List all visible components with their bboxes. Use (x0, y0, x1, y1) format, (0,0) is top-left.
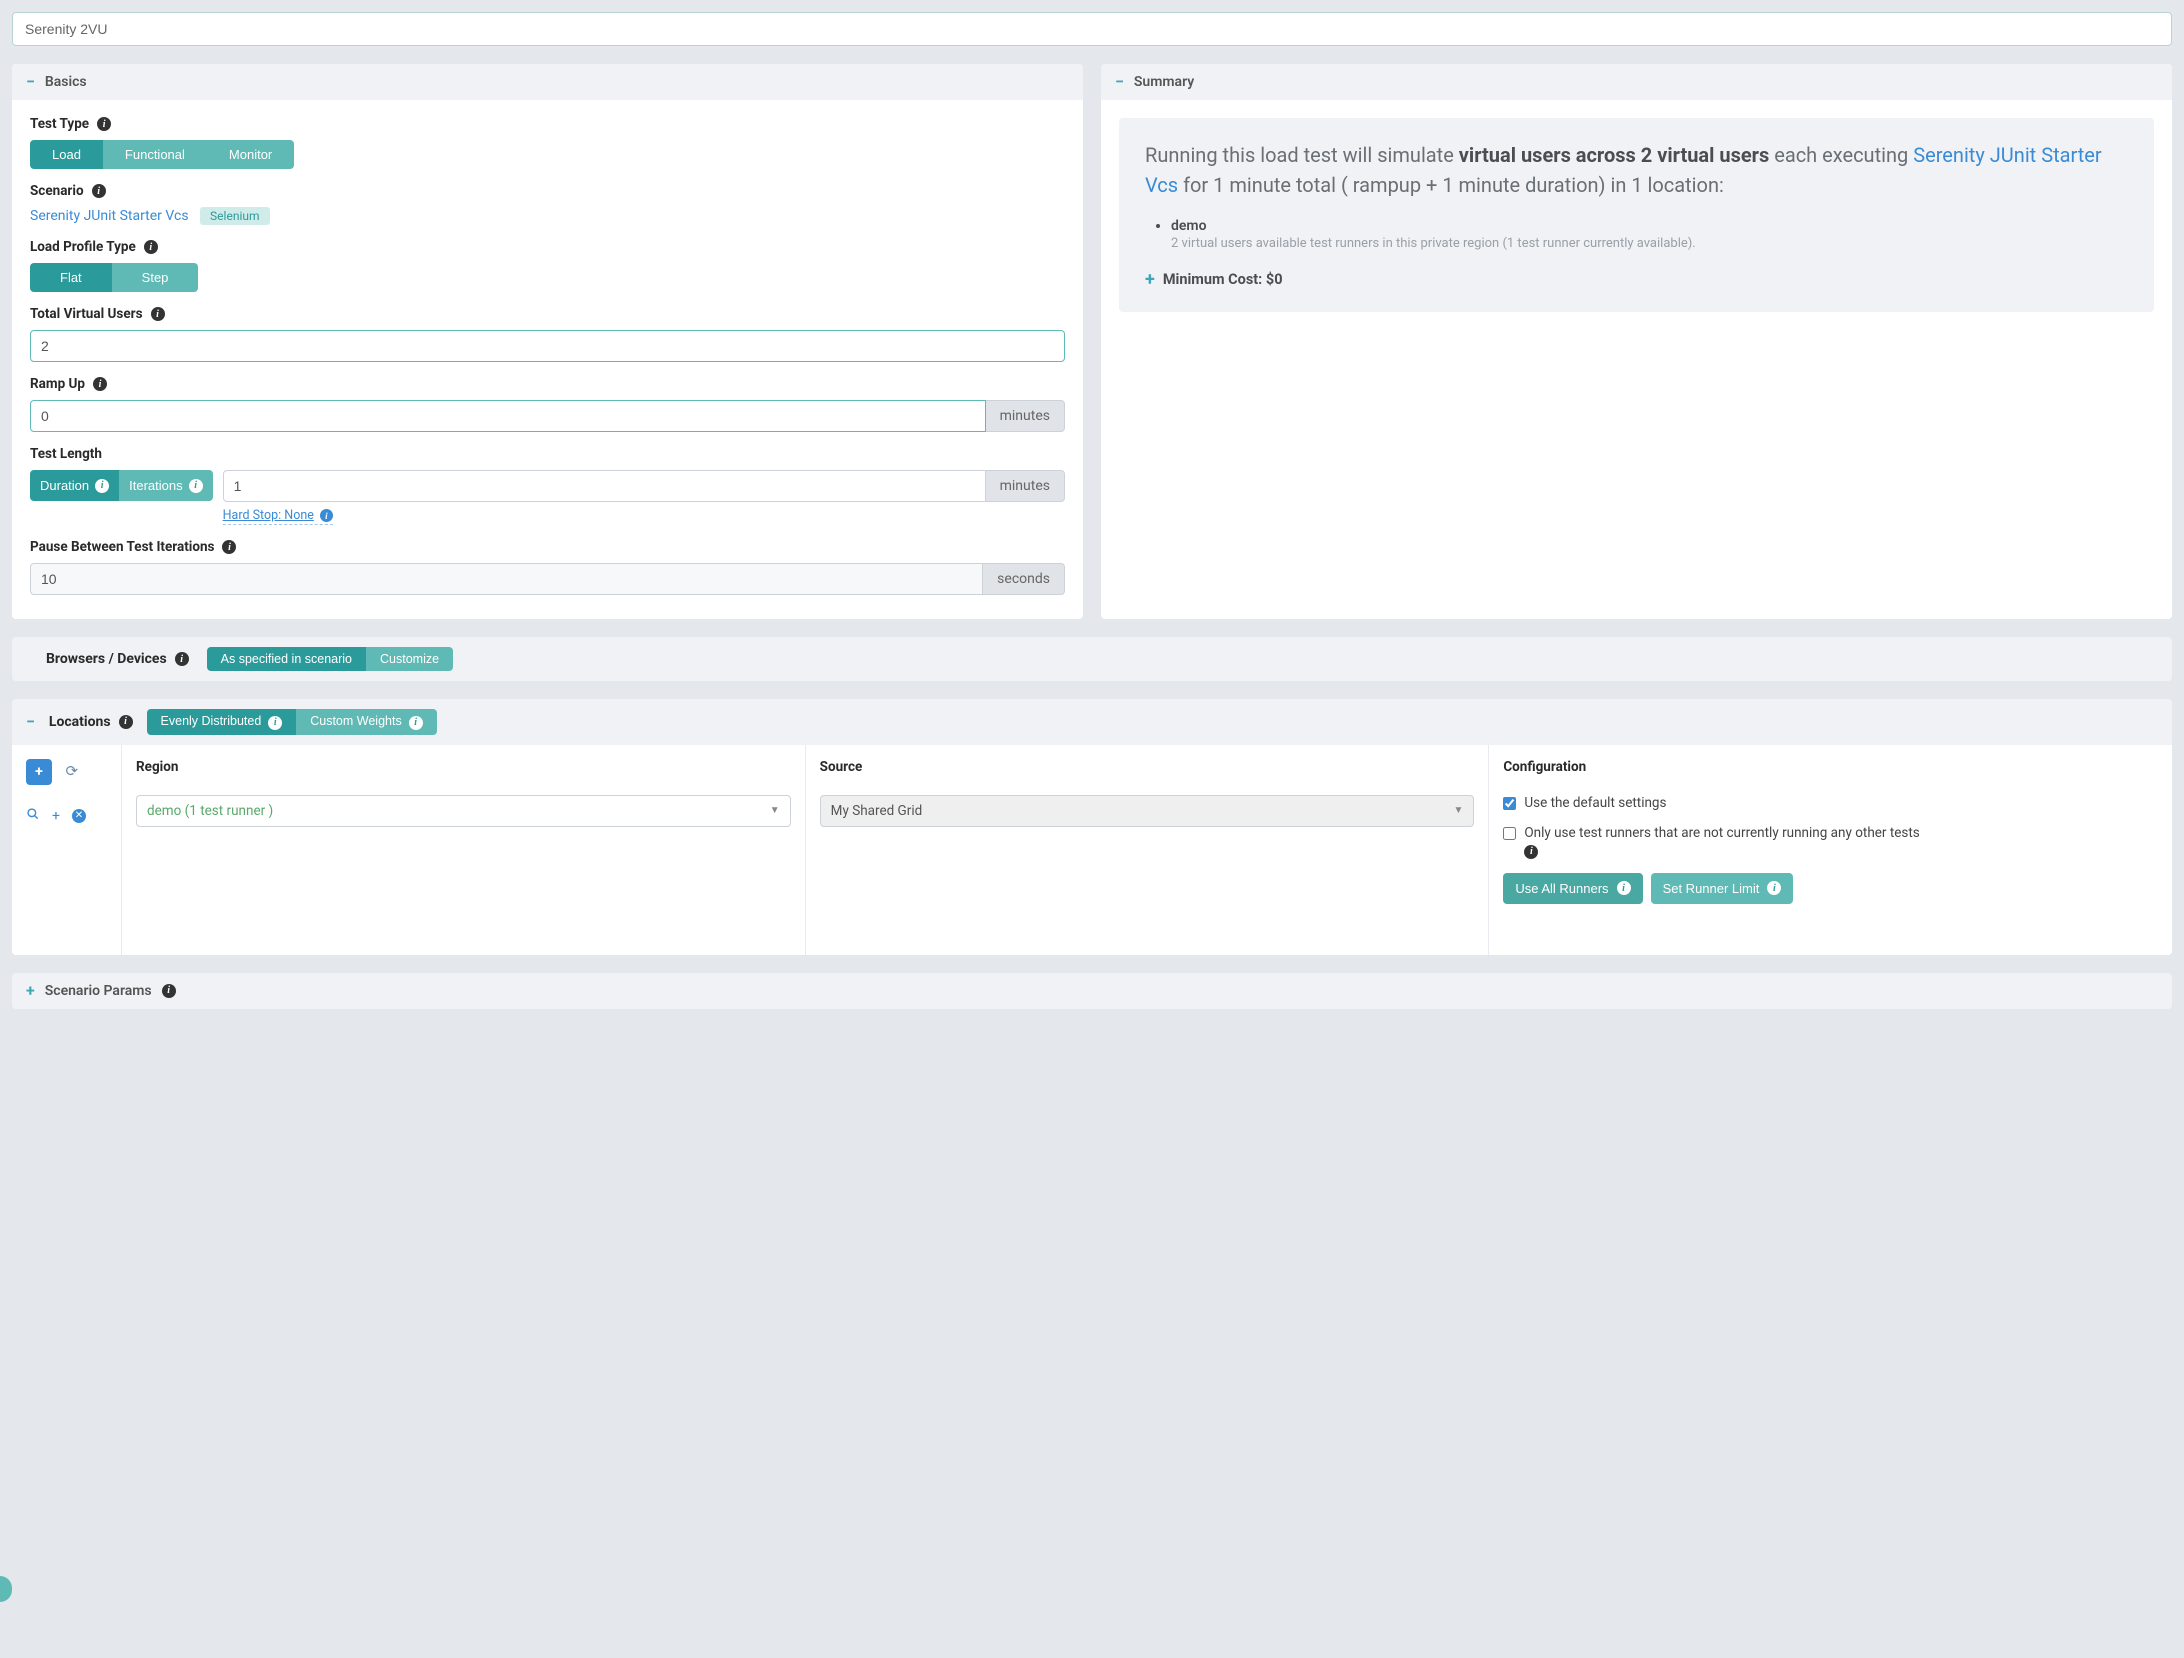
info-icon[interactable]: i (92, 184, 106, 198)
scenario-link[interactable]: Serenity JUnit Starter Vcs (30, 208, 189, 224)
summary-location-name: demo (1171, 218, 1207, 234)
info-icon[interactable]: i (93, 377, 107, 391)
info-icon: i (1617, 881, 1631, 895)
info-icon: i (320, 509, 333, 522)
source-column-header: Source (820, 759, 1475, 775)
browsers-customize[interactable]: Customize (366, 647, 453, 671)
min-cost-label: Minimum Cost: $0 (1163, 271, 1283, 288)
info-icon[interactable]: i (144, 240, 158, 254)
locations-dist-toggle: Evenly Distributed i Custom Weights i (147, 709, 437, 735)
test-type-functional[interactable]: Functional (103, 140, 207, 169)
collapse-icon[interactable]: − (26, 714, 35, 730)
basics-header-label: Basics (45, 74, 87, 90)
dist-even[interactable]: Evenly Distributed i (147, 709, 297, 735)
hard-stop-link[interactable]: Hard Stop: None i (223, 508, 333, 525)
use-default-checkbox[interactable] (1503, 797, 1516, 810)
add-location-button[interactable]: + (26, 759, 52, 785)
use-default-checkbox-row[interactable]: Use the default settings (1503, 795, 2158, 811)
browsers-as-specified[interactable]: As specified in scenario (207, 647, 366, 671)
test-length-iterations[interactable]: Iterations i (119, 470, 212, 501)
locations-header-label: Locations (49, 714, 111, 730)
info-icon: i (1767, 881, 1781, 895)
min-cost-row[interactable]: + Minimum Cost: $0 (1145, 269, 2128, 290)
ramp-up-input[interactable] (30, 400, 986, 432)
summary-content: Running this load test will simulate vir… (1119, 118, 2154, 312)
info-icon: i (268, 716, 282, 730)
use-all-runners-button[interactable]: Use All Runners i (1503, 873, 1642, 904)
summary-location-sub: 2 virtual users available test runners i… (1171, 236, 2128, 251)
set-runner-limit-button[interactable]: Set Runner Limit i (1651, 873, 1794, 904)
chevron-down-icon: ▼ (1453, 805, 1463, 816)
info-icon: i (95, 479, 109, 493)
browsers-devices-toggle: As specified in scenario Customize (207, 647, 453, 671)
test-name-input[interactable] (12, 12, 2172, 46)
pause-unit: seconds (983, 563, 1065, 595)
load-profile-flat[interactable]: Flat (30, 263, 112, 292)
info-icon[interactable]: i (222, 540, 236, 554)
load-profile-label: Load Profile Type (30, 239, 136, 255)
dist-custom[interactable]: Custom Weights i (296, 709, 436, 735)
pause-input[interactable] (30, 563, 983, 595)
info-icon: i (189, 479, 203, 493)
plus-icon: + (1145, 269, 1155, 290)
summary-header-label: Summary (1134, 74, 1194, 90)
test-length-toggle: Duration i Iterations i (30, 470, 213, 501)
total-vu-label: Total Virtual Users (30, 306, 143, 322)
browsers-devices-label: Browsers / Devices (46, 651, 167, 667)
only-idle-checkbox[interactable] (1503, 827, 1516, 840)
basics-panel: − Basics Test Type i Load Functional Mon… (12, 64, 1083, 619)
basics-panel-header[interactable]: − Basics (12, 64, 1083, 100)
source-select[interactable]: My Shared Grid ▼ (820, 795, 1475, 827)
test-type-load[interactable]: Load (30, 140, 103, 169)
locations-panel: − Locations i Evenly Distributed i Custo… (12, 699, 2172, 955)
summary-panel: − Summary Running this load test will si… (1101, 64, 2172, 619)
add-row-icon[interactable]: + (52, 808, 60, 824)
test-length-unit: minutes (986, 470, 1065, 502)
info-icon[interactable]: i (97, 117, 111, 131)
pause-label: Pause Between Test Iterations (30, 539, 214, 555)
test-type-monitor[interactable]: Monitor (207, 140, 294, 169)
side-tab[interactable] (0, 1576, 12, 1602)
load-profile-step[interactable]: Step (112, 263, 199, 292)
scenario-label: Scenario (30, 183, 84, 199)
info-icon[interactable]: i (1524, 845, 1538, 859)
chevron-down-icon: ▼ (770, 805, 780, 816)
summary-panel-header[interactable]: − Summary (1101, 64, 2172, 100)
load-profile-toggle: Flat Step (30, 263, 198, 292)
expand-icon: + (26, 983, 35, 999)
region-select[interactable]: demo (1 test runner ) ▼ (136, 795, 791, 827)
delete-row-icon[interactable]: ✕ (72, 809, 86, 823)
info-icon[interactable]: i (119, 715, 133, 729)
only-idle-checkbox-row[interactable]: Only use test runners that are not curre… (1503, 825, 2158, 859)
browsers-devices-bar: Browsers / Devices i As specified in sce… (12, 637, 2172, 681)
test-length-input[interactable] (223, 470, 986, 502)
info-icon[interactable]: i (162, 984, 176, 998)
collapse-icon: − (1115, 74, 1124, 90)
refresh-icon[interactable]: ⟳ (65, 762, 78, 780)
selenium-badge: Selenium (200, 207, 269, 225)
collapse-icon: − (26, 74, 35, 90)
search-icon[interactable] (26, 807, 40, 825)
total-vu-input[interactable] (30, 330, 1065, 362)
test-type-label: Test Type (30, 116, 89, 132)
info-icon: i (409, 716, 423, 730)
scenario-params-label: Scenario Params (45, 983, 152, 999)
info-icon[interactable]: i (151, 307, 165, 321)
config-column-header: Configuration (1503, 759, 2158, 775)
ramp-up-unit: minutes (986, 400, 1065, 432)
test-length-duration[interactable]: Duration i (30, 470, 119, 501)
ramp-up-label: Ramp Up (30, 376, 85, 392)
scenario-params-header[interactable]: + Scenario Params i (12, 973, 2172, 1009)
test-length-label: Test Length (30, 446, 102, 462)
info-icon[interactable]: i (175, 652, 189, 666)
test-type-toggle: Load Functional Monitor (30, 140, 294, 169)
region-column-header: Region (136, 759, 791, 775)
